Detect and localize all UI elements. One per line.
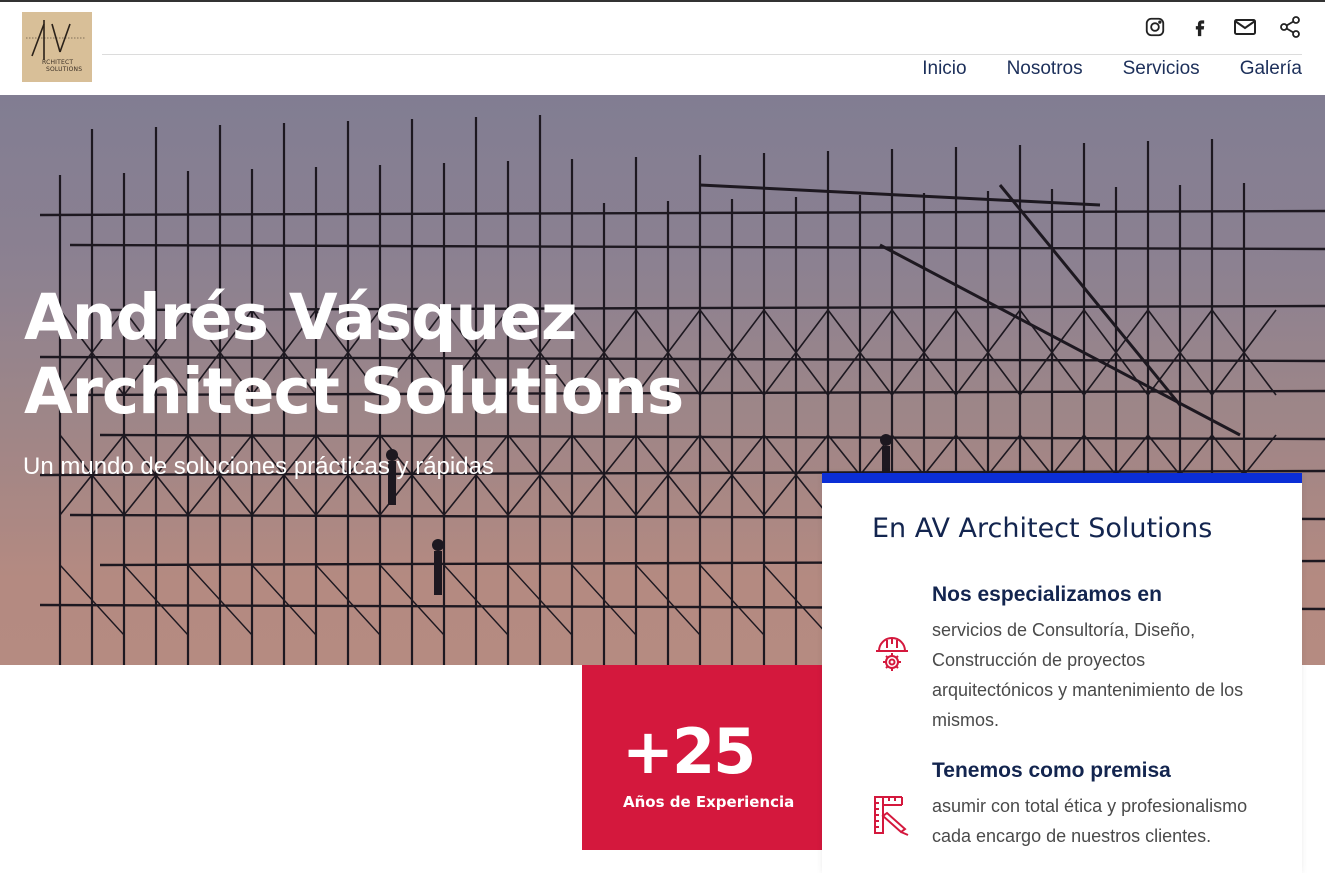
hero-title-line2: Architect Solutions [24,355,684,428]
nav-item-servicios[interactable]: Servicios [1123,58,1200,80]
hardhat-gear-icon [872,631,912,675]
mail-icon[interactable] [1232,14,1258,40]
ruler-pencil-icon [872,793,912,837]
feature-text: servicios de Consultoría, Diseño, Constr… [932,620,1244,730]
logo-text: RCHITECT SOLUTIONS [42,59,83,73]
facebook-icon[interactable] [1187,14,1213,40]
brand-logo[interactable]: RCHITECT SOLUTIONS [22,12,92,82]
nav-item-inicio[interactable]: Inicio [922,58,966,80]
experience-value: +25 [622,715,756,788]
about-card: En AV Architect Solutions Nos especializ… [822,473,1302,873]
site-header: RCHITECT SOLUTIONS Inicio Nosotros Servi… [0,2,1325,95]
feature-text: asumir con total ética y profesionalismo… [932,796,1248,846]
nav-item-galeria[interactable]: Galería [1240,58,1302,80]
feature-title: Nos especializamos en [932,583,1162,606]
experience-label: Años de Experiencia [623,793,795,811]
hero-subtitle: Un mundo de soluciones prácticas y rápid… [23,453,494,480]
feature-title: Tenemos como premisa [932,759,1171,782]
main-nav: Inicio Nosotros Servicios Galería [922,58,1302,80]
share-icon[interactable] [1277,14,1303,40]
social-links [1142,14,1303,40]
experience-badge: +25 Años de Experiencia [582,665,822,850]
hero-title-line1: Andrés Vásquez [24,281,578,354]
header-divider [102,54,1302,55]
about-card-title: En AV Architect Solutions [872,513,1213,544]
nav-item-nosotros[interactable]: Nosotros [1007,58,1083,80]
instagram-icon[interactable] [1142,14,1168,40]
hero-title: Andrés Vásquez Architect Solutions [24,281,684,429]
